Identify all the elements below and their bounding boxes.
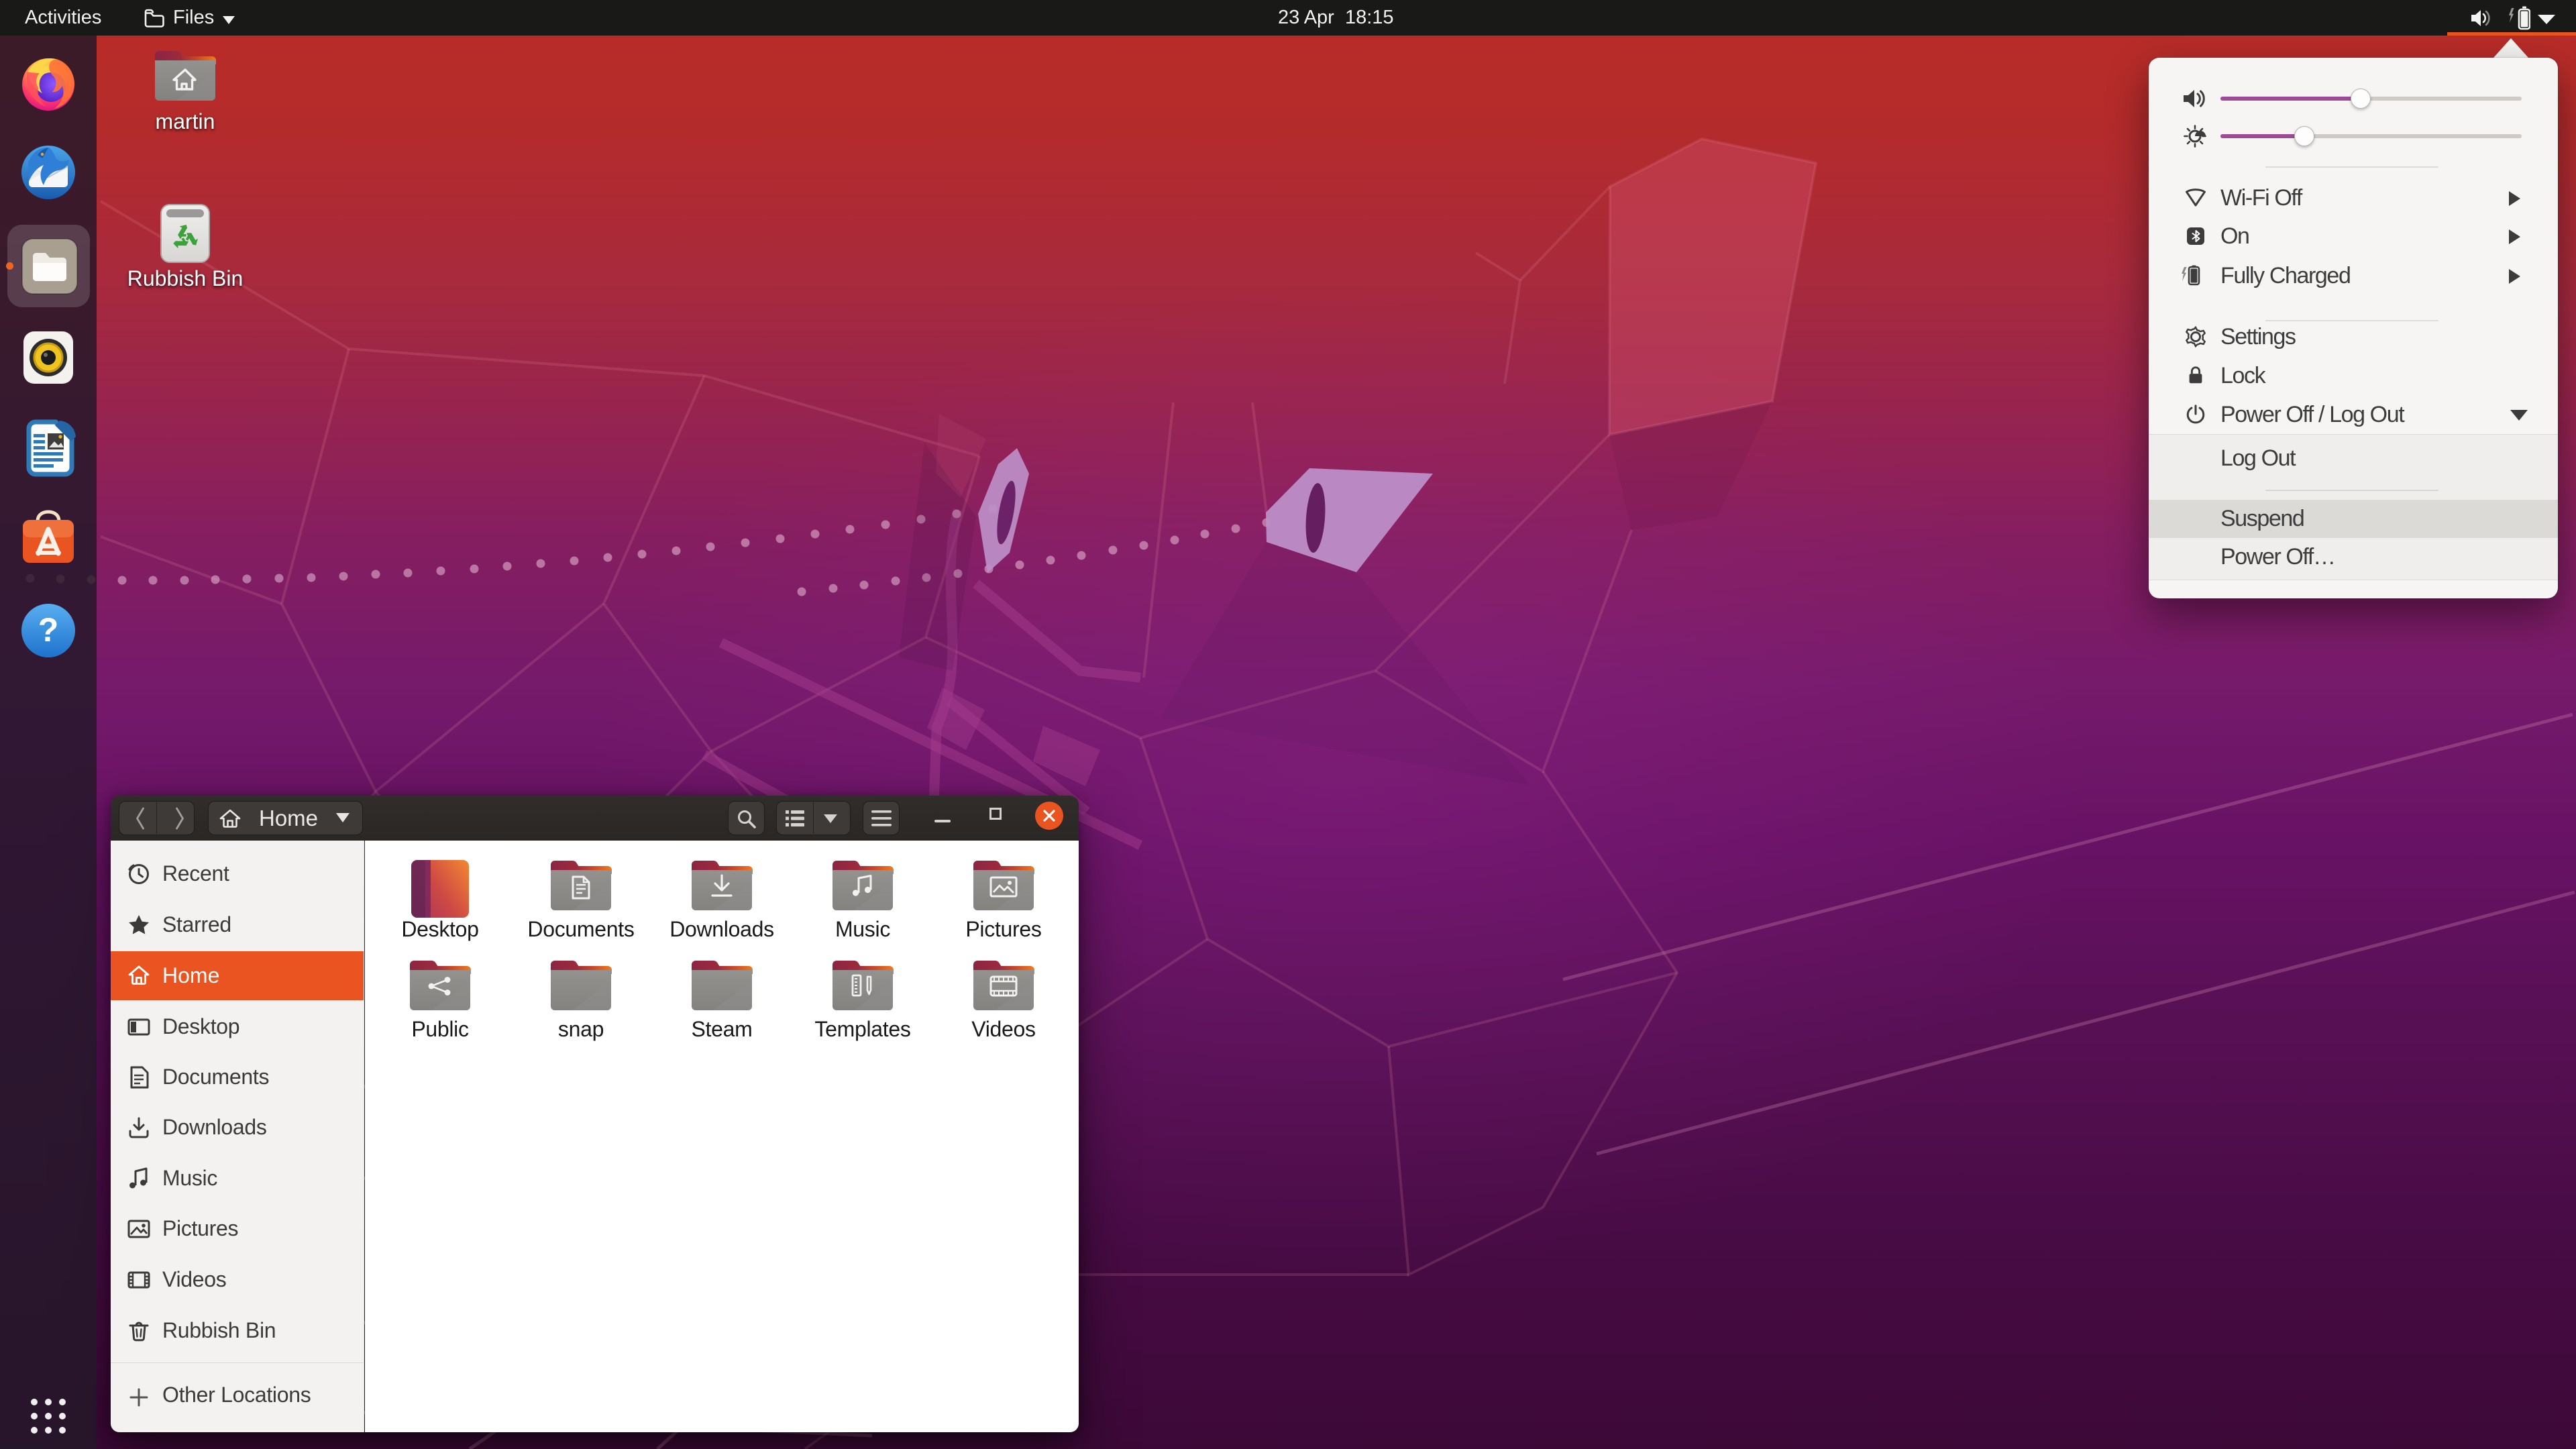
svg-text:?: ? (38, 611, 59, 649)
